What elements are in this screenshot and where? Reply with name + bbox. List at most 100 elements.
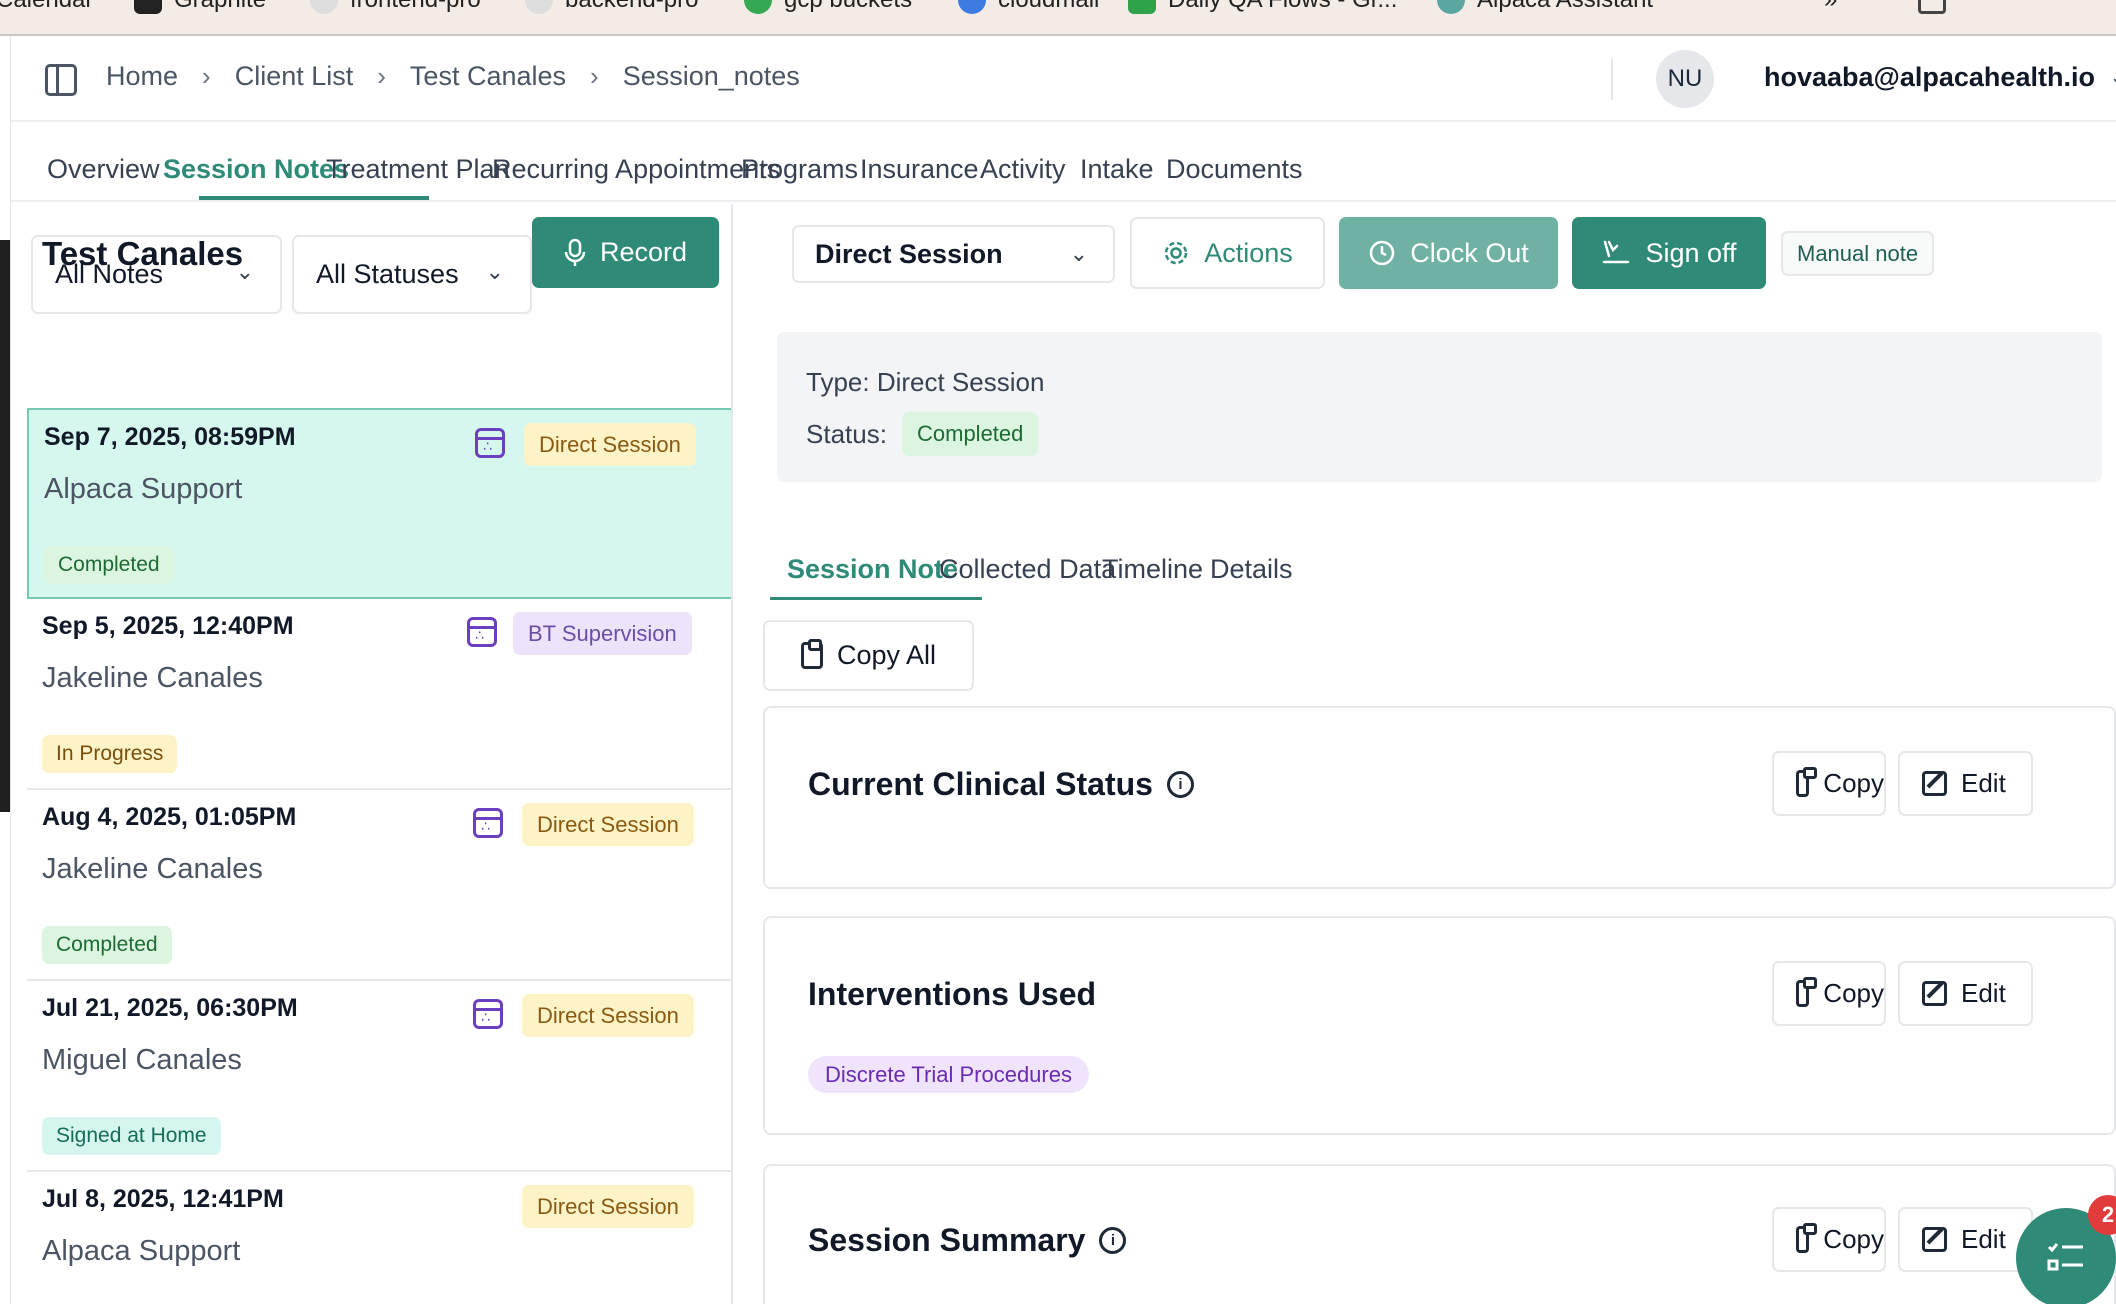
bookmark[interactable]: Alpaca Assistant — [1437, 0, 1653, 14]
subtab-session-note[interactable]: Session Note — [787, 554, 958, 585]
bookmark[interactable]: frontend-pro — [310, 0, 481, 14]
window-edge — [0, 36, 11, 1304]
session-note-detail-panel: Direct Session ⌄ Actions Clock Out Sign … — [735, 204, 2116, 1304]
breadcrumb: Home › Client List › Test Canales › Sess… — [106, 61, 800, 92]
tab-intake[interactable]: Intake — [1080, 154, 1154, 185]
header-divider — [1611, 58, 1613, 100]
note-list-item[interactable]: Sep 7, 2025, 08:59PM Direct Session Alpa… — [27, 408, 731, 599]
info-icon[interactable]: i — [1166, 771, 1194, 798]
tab-treatment-plan[interactable]: Treatment Plan — [326, 154, 510, 185]
breadcrumb-home[interactable]: Home — [106, 61, 178, 92]
calendar-icon — [473, 808, 503, 838]
calendar-icon — [467, 617, 497, 647]
calendar-icon — [475, 428, 505, 458]
edit-icon — [1922, 981, 1947, 1006]
actions-button[interactable]: Actions — [1130, 217, 1325, 289]
edit-icon — [1922, 1227, 1947, 1252]
clock-icon — [1369, 240, 1395, 266]
checklist-icon — [2047, 1243, 2083, 1271]
tab-recurring-appointments[interactable]: Recurring Appointments — [492, 154, 780, 185]
intervention-tag: Discrete Trial Procedures — [808, 1056, 1089, 1093]
breadcrumb-client-list[interactable]: Client List — [235, 61, 354, 92]
tab-activity[interactable]: Activity — [980, 154, 1066, 185]
copy-button[interactable]: Copy — [1772, 751, 1886, 816]
tab-programs[interactable]: Programs — [741, 154, 858, 185]
status-badge: Signed at Home — [42, 1117, 221, 1155]
edit-button[interactable]: Edit — [1898, 1207, 2033, 1272]
session-type-select[interactable]: Direct Session ⌄ — [792, 225, 1115, 283]
status-label: Status: — [806, 419, 887, 449]
breadcrumb-current: Session_notes — [622, 61, 800, 91]
subtab-details[interactable]: Details — [1210, 554, 1293, 585]
cloud-icon — [958, 0, 986, 14]
bookmark[interactable]: Daily QA Flows - Gr... — [1128, 0, 1397, 14]
chevron-down-icon: ⌄ — [235, 259, 254, 284]
graphite-icon — [134, 0, 162, 14]
status-filter-select[interactable]: All Statuses ⌄ — [292, 235, 532, 314]
copy-button[interactable]: Copy — [1772, 1207, 1886, 1272]
bookmark[interactable]: Graphite — [134, 0, 266, 14]
session-type-badge: Direct Session — [522, 994, 694, 1037]
section-card-interventions-used: Interventions Used Copy Edit Discrete Tr… — [763, 916, 2116, 1135]
tab-overview[interactable]: Overview — [47, 154, 160, 185]
note-list-item[interactable]: Jul 8, 2025, 12:41PM Direct Session Alpa… — [27, 1172, 731, 1304]
note-list-item[interactable]: Sep 5, 2025, 12:40PM BT Supervision Jake… — [27, 599, 731, 790]
tab-documents[interactable]: Documents — [1166, 154, 1303, 185]
bookmark[interactable]: backend-pro — [525, 0, 698, 14]
subtab-collected-data[interactable]: Collected Data — [939, 554, 1116, 585]
avatar[interactable]: NU — [1656, 50, 1714, 108]
session-notes-list-panel: Test Canales Record All Notes ⌄ All Stat… — [11, 204, 733, 1304]
copy-button[interactable]: Copy — [1772, 961, 1886, 1026]
session-type-badge: Direct Session — [524, 423, 696, 466]
tab-insurance[interactable]: Insurance — [860, 154, 979, 185]
note-date: Jul 21, 2025, 06:30PM — [42, 994, 298, 1022]
alpaca-icon — [1437, 0, 1465, 14]
subtab-timeline[interactable]: Timeline — [1102, 554, 1203, 585]
record-button[interactable]: Record — [532, 217, 719, 288]
gear-icon — [1164, 241, 1188, 265]
note-provider: Jakeline Canales — [42, 662, 263, 694]
tab-session-notes[interactable]: Session Notes — [163, 154, 349, 185]
clock-out-button[interactable]: Clock Out — [1339, 217, 1558, 289]
status-badge: Completed — [902, 412, 1039, 456]
notes-filter-select[interactable]: All Notes ⌄ — [31, 235, 282, 314]
edit-button[interactable]: Edit — [1898, 961, 2033, 1026]
bookmark[interactable]: cloudmail — [958, 0, 1099, 14]
bookmark[interactable]: gcp buckets — [744, 0, 912, 14]
note-provider: Miguel Canales — [42, 1044, 242, 1076]
section-title: Session Summary i — [808, 1222, 1127, 1259]
session-note-subtabs: Session Note Collected Data Timeline Det… — [770, 536, 1770, 601]
clipboard-icon — [800, 639, 823, 669]
status-badge: Completed — [42, 926, 172, 964]
bookmarks-overflow-icon[interactable]: » — [1824, 0, 1837, 14]
user-menu-email[interactable]: hovaaba@alpacahealth.io — [1764, 62, 2095, 93]
client-tabs: Overview Session Notes Treatment Plan Re… — [11, 124, 2116, 202]
info-icon[interactable]: i — [1099, 1227, 1127, 1254]
note-list-item[interactable]: Aug 4, 2025, 01:05PM Direct Session Jake… — [27, 790, 731, 981]
copy-all-button[interactable]: Copy All — [763, 620, 974, 691]
session-type-badge: BT Supervision — [513, 612, 692, 655]
clipboard-icon — [1796, 767, 1818, 797]
sign-off-button[interactable]: Sign off — [1572, 217, 1766, 289]
breadcrumb-client[interactable]: Test Canales — [410, 61, 566, 92]
status-badge: Completed — [44, 546, 174, 584]
chevron-right-icon: › — [590, 61, 599, 91]
note-provider: Alpaca Support — [44, 473, 243, 505]
microphone-icon — [564, 238, 586, 266]
bookmark[interactable]: Calendar — [0, 0, 93, 14]
section-title: Interventions Used — [808, 976, 1097, 1012]
section-title: Current Clinical Status i — [808, 766, 1194, 803]
sidebar-toggle-icon[interactable] — [45, 64, 77, 96]
chevron-down-icon[interactable]: ⌄ — [2109, 64, 2116, 90]
note-date: Sep 7, 2025, 08:59PM — [44, 423, 296, 451]
chevron-down-icon: ⌄ — [485, 259, 504, 284]
clipboard-icon — [1796, 1223, 1818, 1253]
signature-icon — [1603, 240, 1630, 264]
gcp-icon — [744, 0, 772, 14]
edit-button[interactable]: Edit — [1898, 751, 2033, 816]
all-bookmarks-icon[interactable] — [1918, 0, 1946, 14]
manual-note-button[interactable]: Manual note — [1781, 231, 1935, 276]
active-tab-indicator — [199, 196, 429, 200]
chevron-down-icon: ⌄ — [1069, 241, 1088, 266]
note-list-item[interactable]: Jul 21, 2025, 06:30PM Direct Session Mig… — [27, 981, 731, 1172]
